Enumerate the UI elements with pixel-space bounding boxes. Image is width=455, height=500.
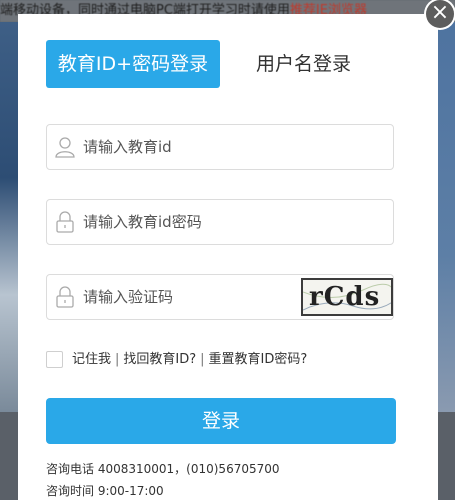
contact-phone: 咨询电话 4008310001，(010)56705700 (46, 462, 280, 476)
tab-education-id-login[interactable]: 教育ID+密码登录 (46, 40, 220, 88)
background-right (438, 22, 455, 412)
remember-checkbox[interactable] (46, 351, 63, 368)
separator: | (115, 352, 120, 367)
captcha-input[interactable]: 请输入验证码 rCds (46, 274, 394, 320)
user-icon (55, 137, 75, 158)
reset-password-link[interactable]: 重置教育ID密码? (209, 352, 308, 367)
lock-icon (56, 286, 74, 308)
education-id-input[interactable]: 请输入教育id (46, 124, 394, 170)
close-icon[interactable]: × (426, 0, 454, 28)
tab-username-login[interactable]: 用户名登录 (256, 40, 376, 88)
password-placeholder: 请输入教育id密码 (83, 213, 202, 231)
contact-hours: 咨询时间 9:00-17:00 (46, 484, 164, 498)
education-id-placeholder: 请输入教育id (83, 138, 172, 156)
captcha-image[interactable]: rCds (301, 278, 393, 316)
remember-label[interactable]: 记住我 (72, 352, 111, 367)
find-id-link[interactable]: 找回教育ID? (123, 352, 196, 367)
separator: | (200, 352, 205, 367)
password-input[interactable]: 请输入教育id密码 (46, 199, 394, 245)
background-left (0, 22, 18, 412)
login-modal: 教育ID+密码登录 用户名登录 请输入教育id 请输入教育id密码 请输入验证码 (18, 14, 438, 500)
captcha-text: rCds (309, 282, 381, 312)
remember-links: 记住我 | 找回教育ID? | 重置教育ID密码? (72, 350, 307, 370)
lock-icon (56, 211, 74, 233)
captcha-placeholder: 请输入验证码 (83, 288, 174, 306)
login-button[interactable]: 登录 (46, 398, 396, 444)
